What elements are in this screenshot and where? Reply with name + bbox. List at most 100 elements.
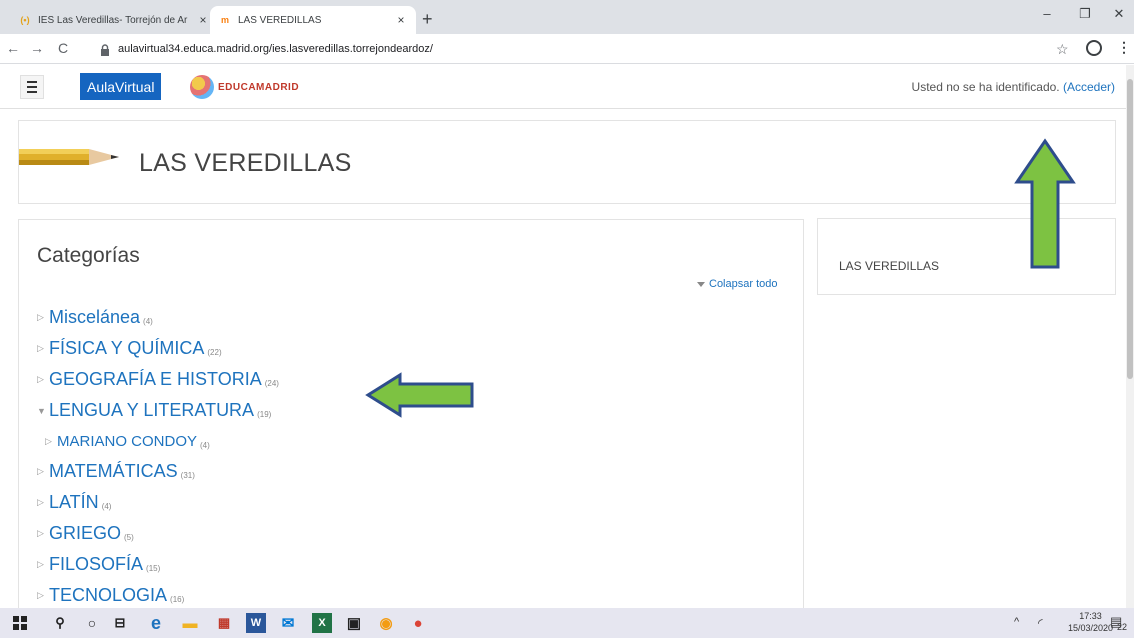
page-header: LAS VEREDILLAS: [18, 120, 1116, 204]
category-count: (5): [124, 533, 134, 542]
back-icon[interactable]: ←: [4, 40, 22, 56]
globe-favicon-icon: (•): [20, 15, 30, 25]
store-icon[interactable]: ▣: [344, 613, 364, 633]
lock-icon: [100, 43, 110, 56]
category-name[interactable]: FÍSICA Y QUÍMICA: [49, 338, 204, 359]
restore-button[interactable]: ❐: [1070, 6, 1100, 22]
collapse-triangle-icon: [697, 281, 705, 287]
category-count: (15): [146, 564, 161, 573]
page-scrollbar[interactable]: [1126, 65, 1134, 608]
category-item[interactable]: ▷ FILOSOFÍA (15): [37, 549, 777, 580]
category-name[interactable]: GEOGRAFÍA E HISTORIA: [49, 369, 262, 390]
collapsed-caret-icon[interactable]: ▷: [37, 528, 49, 539]
tab-title: LAS VEREDILLAS: [238, 14, 322, 26]
mail-icon[interactable]: ✉: [278, 613, 298, 633]
category-name[interactable]: Miscelánea: [49, 307, 140, 328]
categories-heading: Categorías: [37, 244, 140, 267]
category-name[interactable]: LATÍN: [49, 492, 99, 513]
educamadrid-logo-text: EDUCAMADRID: [218, 81, 300, 93]
category-item[interactable]: ▷ Miscelánea (4): [37, 302, 777, 333]
category-count: (4): [101, 502, 112, 511]
chrome-icon[interactable]: ●: [408, 613, 428, 633]
excel-icon[interactable]: X: [312, 613, 332, 633]
tray-expand-icon[interactable]: ^: [1014, 616, 1019, 628]
collapsed-caret-icon[interactable]: ▷: [37, 559, 49, 570]
category-count: (4): [200, 440, 210, 450]
forward-icon[interactable]: →: [28, 40, 46, 56]
collapsed-caret-icon[interactable]: ▷: [45, 436, 57, 447]
file-explorer-icon[interactable]: ▬: [180, 613, 200, 633]
url-text: aulavirtual34.educa.madrid.org/ies.lasve…: [118, 43, 433, 55]
windows-start-icon[interactable]: [10, 613, 30, 633]
educamadrid-logo-icon: [190, 75, 214, 99]
app-icon[interactable]: ◉: [376, 613, 396, 633]
category-count: (4): [143, 317, 153, 326]
close-tab-icon[interactable]: ×: [196, 13, 210, 27]
pencil-logo-icon: [19, 149, 119, 165]
edge-icon[interactable]: e: [146, 613, 166, 633]
subcategory-item[interactable]: ▷ MARIANO CONDOY (4): [37, 426, 777, 456]
side-block-text: LAS VEREDILLAS: [839, 259, 940, 273]
category-name[interactable]: FILOSOFÍA: [49, 554, 143, 575]
category-name[interactable]: MARIANO CONDOY: [57, 433, 197, 450]
tray-clock[interactable]: 17:33 15/03/2020: [1068, 610, 1113, 634]
category-count: (19): [257, 410, 272, 419]
network-icon[interactable]: ◜: [1038, 616, 1043, 630]
aulavirtual-brand-button[interactable]: AulaVirtual: [80, 73, 162, 100]
reload-icon[interactable]: C: [54, 40, 72, 56]
site-title: LAS VEREDILLAS: [139, 149, 352, 177]
category-item[interactable]: ▷ LATÍN (4): [37, 487, 777, 518]
category-list: ▷ Miscelánea (4) ▷ FÍSICA Y QUÍMICA (22) ▷ GEOG…: [37, 302, 777, 611]
window-close-button[interactable]: ✕: [1104, 6, 1134, 22]
categories-section: Categorías Colapsar todo ▷ Miscelánea (4) ▷…: [18, 219, 804, 638]
scrollbar-thumb[interactable]: [1127, 79, 1133, 379]
browser-tab-ies[interactable]: (•) IES Las Veredillas- Torrejón de Ar ×: [10, 6, 218, 34]
cortana-icon[interactable]: ○: [82, 613, 102, 633]
hamburger-menu-icon[interactable]: [20, 75, 44, 99]
browser-tab-veredillas[interactable]: m LAS VEREDILLAS ×: [210, 6, 416, 34]
collapsed-caret-icon[interactable]: ▷: [37, 312, 49, 323]
gift-icon[interactable]: ▦: [214, 613, 234, 633]
tray-date: 15/03/2020: [1068, 623, 1114, 633]
category-name[interactable]: TECNOLOGIA: [49, 585, 167, 606]
tab-title: IES Las Veredillas- Torrejón de Ar: [38, 14, 188, 26]
word-icon[interactable]: W: [246, 613, 266, 633]
collapse-all-link[interactable]: Colapsar todo: [697, 278, 778, 290]
user-menu: Usted no se ha identificado. (Acceder): [912, 80, 1115, 94]
expanded-caret-icon[interactable]: ▼: [37, 406, 49, 416]
left-annotation-arrow-icon: [365, 372, 474, 418]
collapsed-caret-icon[interactable]: ▷: [37, 466, 49, 477]
close-tab-icon[interactable]: ×: [394, 13, 408, 27]
category-name[interactable]: MATEMÁTICAS: [49, 461, 178, 482]
category-count: (24): [264, 379, 279, 388]
profile-icon[interactable]: [1086, 40, 1102, 56]
category-name[interactable]: LENGUA Y LITERATURA: [49, 400, 254, 421]
site-navbar: AulaVirtual EDUCAMADRID Usted no se ha i…: [0, 65, 1134, 109]
category-item[interactable]: ▷ MATEMÁTICAS (31): [37, 456, 777, 487]
menu-kebab-icon[interactable]: ⋮: [1117, 39, 1131, 56]
task-view-icon[interactable]: ⊟: [110, 613, 130, 633]
category-count: (31): [180, 471, 195, 480]
notification-count: 22: [1117, 622, 1128, 632]
url-field[interactable]: aulavirtual34.educa.madrid.org/ies.lasve…: [100, 38, 1060, 60]
educamadrid-logo[interactable]: EDUCAMADRID: [190, 73, 299, 101]
notification-center-icon[interactable]: ▤ 22: [1110, 614, 1130, 632]
login-link[interactable]: (Acceder): [1063, 80, 1115, 94]
category-name[interactable]: GRIEGO: [49, 523, 121, 544]
category-item[interactable]: ▷ TECNOLOGIA (16): [37, 580, 777, 611]
login-status-text: Usted no se ha identificado.: [911, 80, 1060, 94]
collapsed-caret-icon[interactable]: ▷: [37, 497, 49, 508]
new-tab-button[interactable]: +: [422, 10, 433, 28]
search-icon[interactable]: ⚲: [50, 613, 70, 633]
collapsed-caret-icon[interactable]: ▷: [37, 343, 49, 354]
collapsed-caret-icon[interactable]: ▷: [37, 590, 49, 601]
address-bar: ← → C aulavirtual34.educa.madrid.org/ies…: [0, 34, 1134, 64]
bookmark-star-icon[interactable]: ☆: [1056, 41, 1069, 58]
category-item[interactable]: ▷ FÍSICA Y QUÍMICA (22): [37, 333, 777, 364]
collapsed-caret-icon[interactable]: ▷: [37, 374, 49, 385]
collapse-all-label: Colapsar todo: [709, 278, 778, 290]
moodle-favicon-icon: m: [220, 15, 229, 25]
category-item[interactable]: ▷ GRIEGO (5): [37, 518, 777, 549]
browser-tab-strip: (•) IES Las Veredillas- Torrejón de Ar ×…: [0, 0, 1134, 34]
minimize-button[interactable]: –: [1032, 6, 1062, 21]
